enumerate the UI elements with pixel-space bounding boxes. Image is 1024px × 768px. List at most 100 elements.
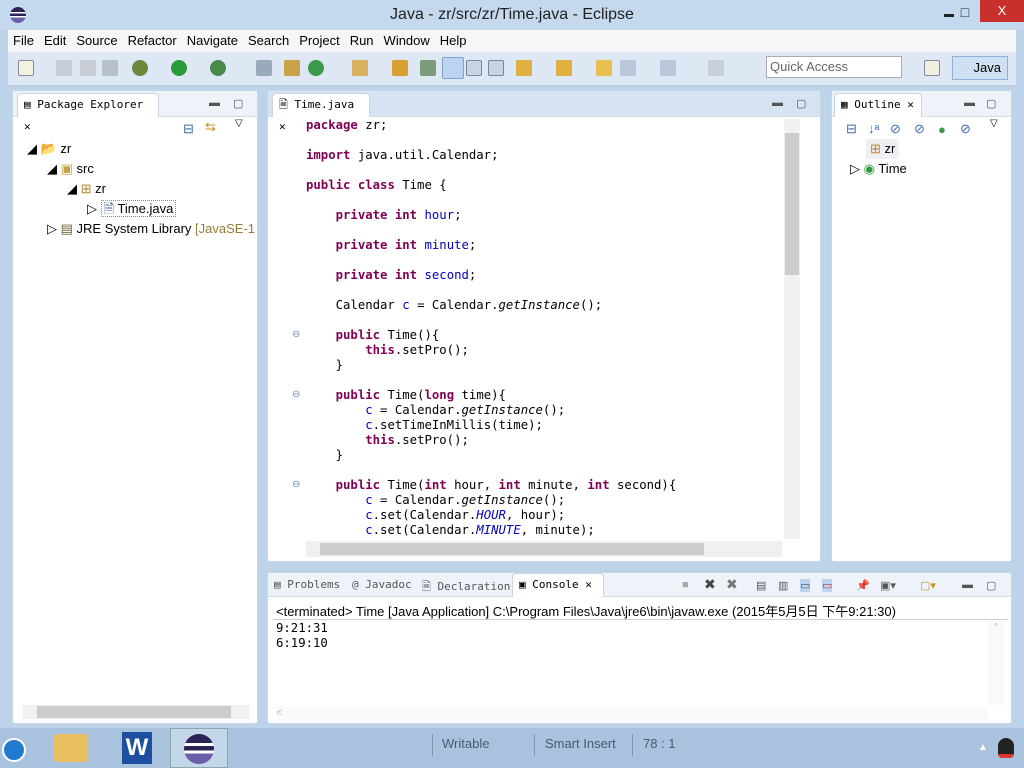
minimize-view-icon[interactable]: ▬ — [964, 97, 975, 109]
horizontal-scrollbar[interactable] — [23, 705, 249, 719]
tab-declaration[interactable]: 🗎 Declaration — [422, 578, 510, 597]
run-external-tools-icon[interactable] — [210, 60, 226, 76]
menu-search[interactable]: Search — [243, 30, 294, 52]
maximize-view-icon[interactable]: ▢ — [986, 97, 996, 110]
pin-icon[interactable] — [708, 60, 724, 76]
maximize-button[interactable]: □ — [955, 0, 975, 27]
new-class-icon[interactable] — [308, 60, 324, 76]
back-icon[interactable] — [620, 60, 636, 76]
maximize-view-icon[interactable]: ▢ — [986, 579, 996, 592]
remove-launch-icon[interactable]: ✖ — [704, 576, 716, 593]
view-menu-icon[interactable]: ▽ — [990, 118, 998, 129]
menu-project[interactable]: Project — [294, 30, 344, 52]
pin-console-icon[interactable]: 📌 — [856, 579, 870, 592]
view-menu-icon[interactable]: ▽ — [235, 118, 243, 129]
previous-annotation-icon[interactable] — [556, 60, 572, 76]
tab-package-explorer[interactable]: ▤ Package Explorer ✕ — [17, 93, 159, 133]
maximize-view-icon[interactable]: ▢ — [796, 97, 806, 110]
menu-window[interactable]: Window — [379, 30, 435, 52]
minimize-button[interactable]: ▬ — [944, 0, 954, 30]
tray-chevron-icon[interactable]: ▲ — [978, 742, 988, 753]
menu-file[interactable]: File — [8, 30, 39, 52]
save-icon[interactable] — [56, 60, 72, 76]
tree-item-project[interactable]: ◢ 📂 zr — [27, 139, 71, 159]
last-edit-icon[interactable] — [596, 60, 612, 76]
menu-run[interactable]: Run — [345, 30, 379, 52]
code-editor[interactable]: package zr; import java.util.Calendar; pub… — [306, 118, 784, 538]
collapse-all-icon[interactable]: ⊟ — [846, 121, 857, 137]
save-all-icon[interactable] — [80, 60, 96, 76]
outline-item-class[interactable]: ▷ ◉ Time — [850, 159, 907, 179]
menu-refactor[interactable]: Refactor — [123, 30, 182, 52]
minimize-view-icon[interactable]: ▬ — [962, 579, 973, 591]
search-icon[interactable] — [392, 60, 408, 76]
quick-access-input[interactable]: Quick Access — [766, 56, 902, 78]
display-console-icon[interactable]: ▣▾ — [880, 579, 896, 592]
print-icon[interactable] — [102, 60, 118, 76]
menu-help[interactable]: Help — [435, 30, 472, 52]
tree-item-time-java[interactable]: ▷ 🗎 Time.java — [87, 199, 177, 219]
open-type-icon[interactable] — [352, 60, 368, 76]
hide-local-types-icon[interactable]: ⊘ — [960, 121, 971, 137]
vertical-scrollbar[interactable] — [784, 119, 800, 539]
tab-outline[interactable]: ▦ Outline ✕ — [834, 93, 922, 117]
menu-source[interactable]: Source — [71, 30, 122, 52]
open-console-icon[interactable]: ▢▾ — [920, 579, 936, 592]
hide-fields-icon[interactable]: ⊘ — [890, 121, 901, 137]
fold-icon[interactable]: ⊖ — [292, 479, 300, 490]
tree-item-package[interactable]: ◢ ⊞ zr — [67, 179, 106, 199]
close-icon[interactable]: ✕ — [907, 98, 914, 111]
outline-item-package[interactable]: ⊞ zr — [866, 139, 900, 159]
tab-time-java[interactable]: 🗎 Time.java ✕ — [272, 93, 370, 133]
open-perspective-icon[interactable] — [924, 60, 940, 76]
fold-icon[interactable]: ⊖ — [292, 389, 300, 400]
forward-icon[interactable] — [660, 60, 676, 76]
qq-icon[interactable] — [998, 738, 1014, 758]
remove-all-launches-icon[interactable]: ✖ — [726, 576, 738, 593]
fold-icon[interactable]: ⊖ — [292, 329, 300, 340]
annotation-icon[interactable] — [420, 60, 436, 76]
horizontal-scrollbar[interactable] — [306, 541, 782, 557]
minimize-view-icon[interactable]: ▬ — [209, 97, 220, 109]
hide-nonpublic-icon[interactable]: ● — [938, 122, 946, 137]
tree-item-src[interactable]: ◢ ▣ src — [47, 159, 94, 179]
new-icon[interactable] — [18, 60, 34, 76]
taskbar-eclipse-icon[interactable] — [170, 728, 228, 768]
java-perspective-button[interactable]: Java — [952, 56, 1008, 80]
menu-edit[interactable]: Edit — [39, 30, 71, 52]
hide-static-icon[interactable]: ⊘ — [914, 121, 925, 137]
terminate-icon[interactable]: ■ — [682, 579, 689, 591]
show-whitespace-icon[interactable] — [488, 60, 504, 76]
run-icon[interactable] — [171, 60, 187, 76]
sort-icon[interactable]: ↓ᵃ — [868, 121, 879, 136]
clear-console-icon[interactable]: ▤ — [756, 579, 766, 592]
next-annotation-icon[interactable] — [516, 60, 532, 76]
minimize-view-icon[interactable]: ▬ — [772, 97, 783, 109]
new-package-icon[interactable] — [284, 60, 300, 76]
taskbar-wps-icon[interactable]: W — [122, 732, 152, 764]
maximize-view-icon[interactable]: ▢ — [233, 97, 243, 110]
show-on-stderr-icon[interactable]: ▭ — [822, 579, 833, 592]
tree-item-jre[interactable]: ▷ ▤ JRE System Library [JavaSE-1 — [47, 219, 255, 239]
mark-occurrences-icon[interactable] — [442, 57, 464, 79]
close-icon[interactable]: ✕ — [279, 120, 286, 133]
tab-problems[interactable]: ▤ Problems — [274, 578, 340, 591]
close-button[interactable]: X — [980, 0, 1024, 22]
skip-breakpoints-icon[interactable] — [256, 60, 272, 76]
collapse-all-icon[interactable]: ⊟ — [183, 121, 194, 137]
tab-javadoc[interactable]: @ Javadoc — [352, 578, 412, 591]
close-icon[interactable]: ✕ — [24, 120, 31, 133]
block-selection-icon[interactable] — [466, 60, 482, 76]
taskbar-explorer-icon[interactable] — [54, 734, 88, 762]
link-with-editor-icon[interactable]: ⇆ — [205, 119, 216, 135]
debug-icon[interactable] — [132, 60, 148, 76]
tab-console[interactable]: ▣ Console ✕ — [512, 573, 604, 597]
start-button[interactable] — [2, 738, 26, 762]
vertical-scrollbar[interactable]: ^ — [988, 621, 1004, 705]
scroll-lock-icon[interactable]: ▥ — [778, 579, 788, 592]
show-on-stdout-icon[interactable]: ▭ — [800, 579, 811, 592]
horizontal-scrollbar[interactable]: < — [276, 707, 988, 721]
menu-navigate[interactable]: Navigate — [182, 30, 243, 52]
close-icon[interactable]: ✕ — [585, 578, 592, 591]
